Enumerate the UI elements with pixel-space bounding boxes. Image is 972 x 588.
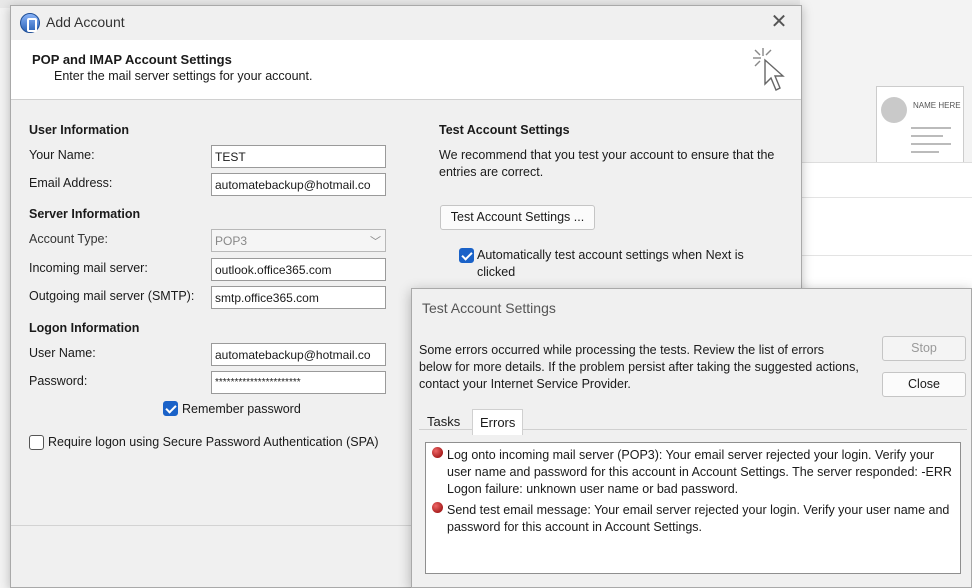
errors-list: Log onto incoming mail server (POP3): Yo… xyxy=(425,442,961,574)
account-type-label: Account Type: xyxy=(29,232,108,246)
tab-errors[interactable]: Errors xyxy=(472,409,524,435)
error-icon xyxy=(432,502,443,513)
title-bar: Add Account ✕ xyxy=(11,6,801,40)
background-template-thumbnail: NAME HERE xyxy=(876,86,964,164)
outgoing-server-label: Outgoing mail server (SMTP): xyxy=(29,289,195,303)
test-settings-description: We recommend that you test your account … xyxy=(439,148,775,179)
test-account-settings-button[interactable]: Test Account Settings ... xyxy=(440,205,595,230)
test-dialog-message: Some errors occurred while processing th… xyxy=(419,343,859,391)
password-label: Password: xyxy=(29,374,88,388)
test-account-settings-dialog: Test Account Settings Some errors occurr… xyxy=(411,288,972,588)
your-name-label: Your Name: xyxy=(29,148,95,162)
error-item: Log onto incoming mail server (POP3): Yo… xyxy=(447,448,952,496)
remember-password-label: Remember password xyxy=(182,402,301,416)
user-name-field[interactable]: automatebackup@hotmail.co xyxy=(211,343,386,366)
auto-test-checkbox[interactable] xyxy=(459,248,474,263)
outlook-app-icon xyxy=(20,13,40,33)
template-name-text: NAME HERE xyxy=(913,101,961,110)
test-dialog-title: Test Account Settings xyxy=(422,300,556,316)
header-subtitle: Enter the mail server settings for your … xyxy=(54,69,313,83)
incoming-server-field[interactable]: outlook.office365.com xyxy=(211,258,386,281)
email-address-field[interactable]: automatebackup@hotmail.co xyxy=(211,173,386,196)
close-button[interactable]: Close xyxy=(882,372,966,397)
error-item: Send test email message: Your email serv… xyxy=(447,503,950,534)
outgoing-server-field[interactable]: smtp.office365.com xyxy=(211,286,386,309)
error-icon xyxy=(432,447,443,458)
spa-label: Require logon using Secure Password Auth… xyxy=(48,435,379,449)
user-name-label: User Name: xyxy=(29,346,96,360)
account-type-value: POP3 xyxy=(215,234,248,248)
spa-checkbox[interactable] xyxy=(29,435,44,450)
dialog-header: POP and IMAP Account Settings Enter the … xyxy=(11,40,801,100)
template-avatar xyxy=(881,97,907,123)
auto-test-label: Automatically test account settings when… xyxy=(477,248,744,279)
sparkle-cursor-icon xyxy=(753,48,785,91)
incoming-server-label: Incoming mail server: xyxy=(29,261,148,275)
password-field[interactable]: ********************** xyxy=(211,371,386,394)
email-address-label: Email Address: xyxy=(29,176,113,190)
your-name-field[interactable]: TEST xyxy=(211,145,386,168)
dialog-title: Add Account xyxy=(46,14,125,30)
test-settings-heading: Test Account Settings xyxy=(439,123,570,137)
remember-password-checkbox[interactable] xyxy=(163,401,178,416)
user-info-heading: User Information xyxy=(29,123,130,137)
logon-info-heading: Logon Information xyxy=(29,321,140,335)
account-type-select[interactable]: POP3 ﹀ xyxy=(211,229,386,252)
tab-tasks[interactable]: Tasks xyxy=(420,409,467,435)
server-info-heading: Server Information xyxy=(29,207,141,221)
header-title: POP and IMAP Account Settings xyxy=(32,52,232,67)
close-icon[interactable]: ✕ xyxy=(769,12,789,32)
chevron-down-icon: ﹀ xyxy=(370,236,381,248)
stop-button[interactable]: Stop xyxy=(882,336,966,361)
